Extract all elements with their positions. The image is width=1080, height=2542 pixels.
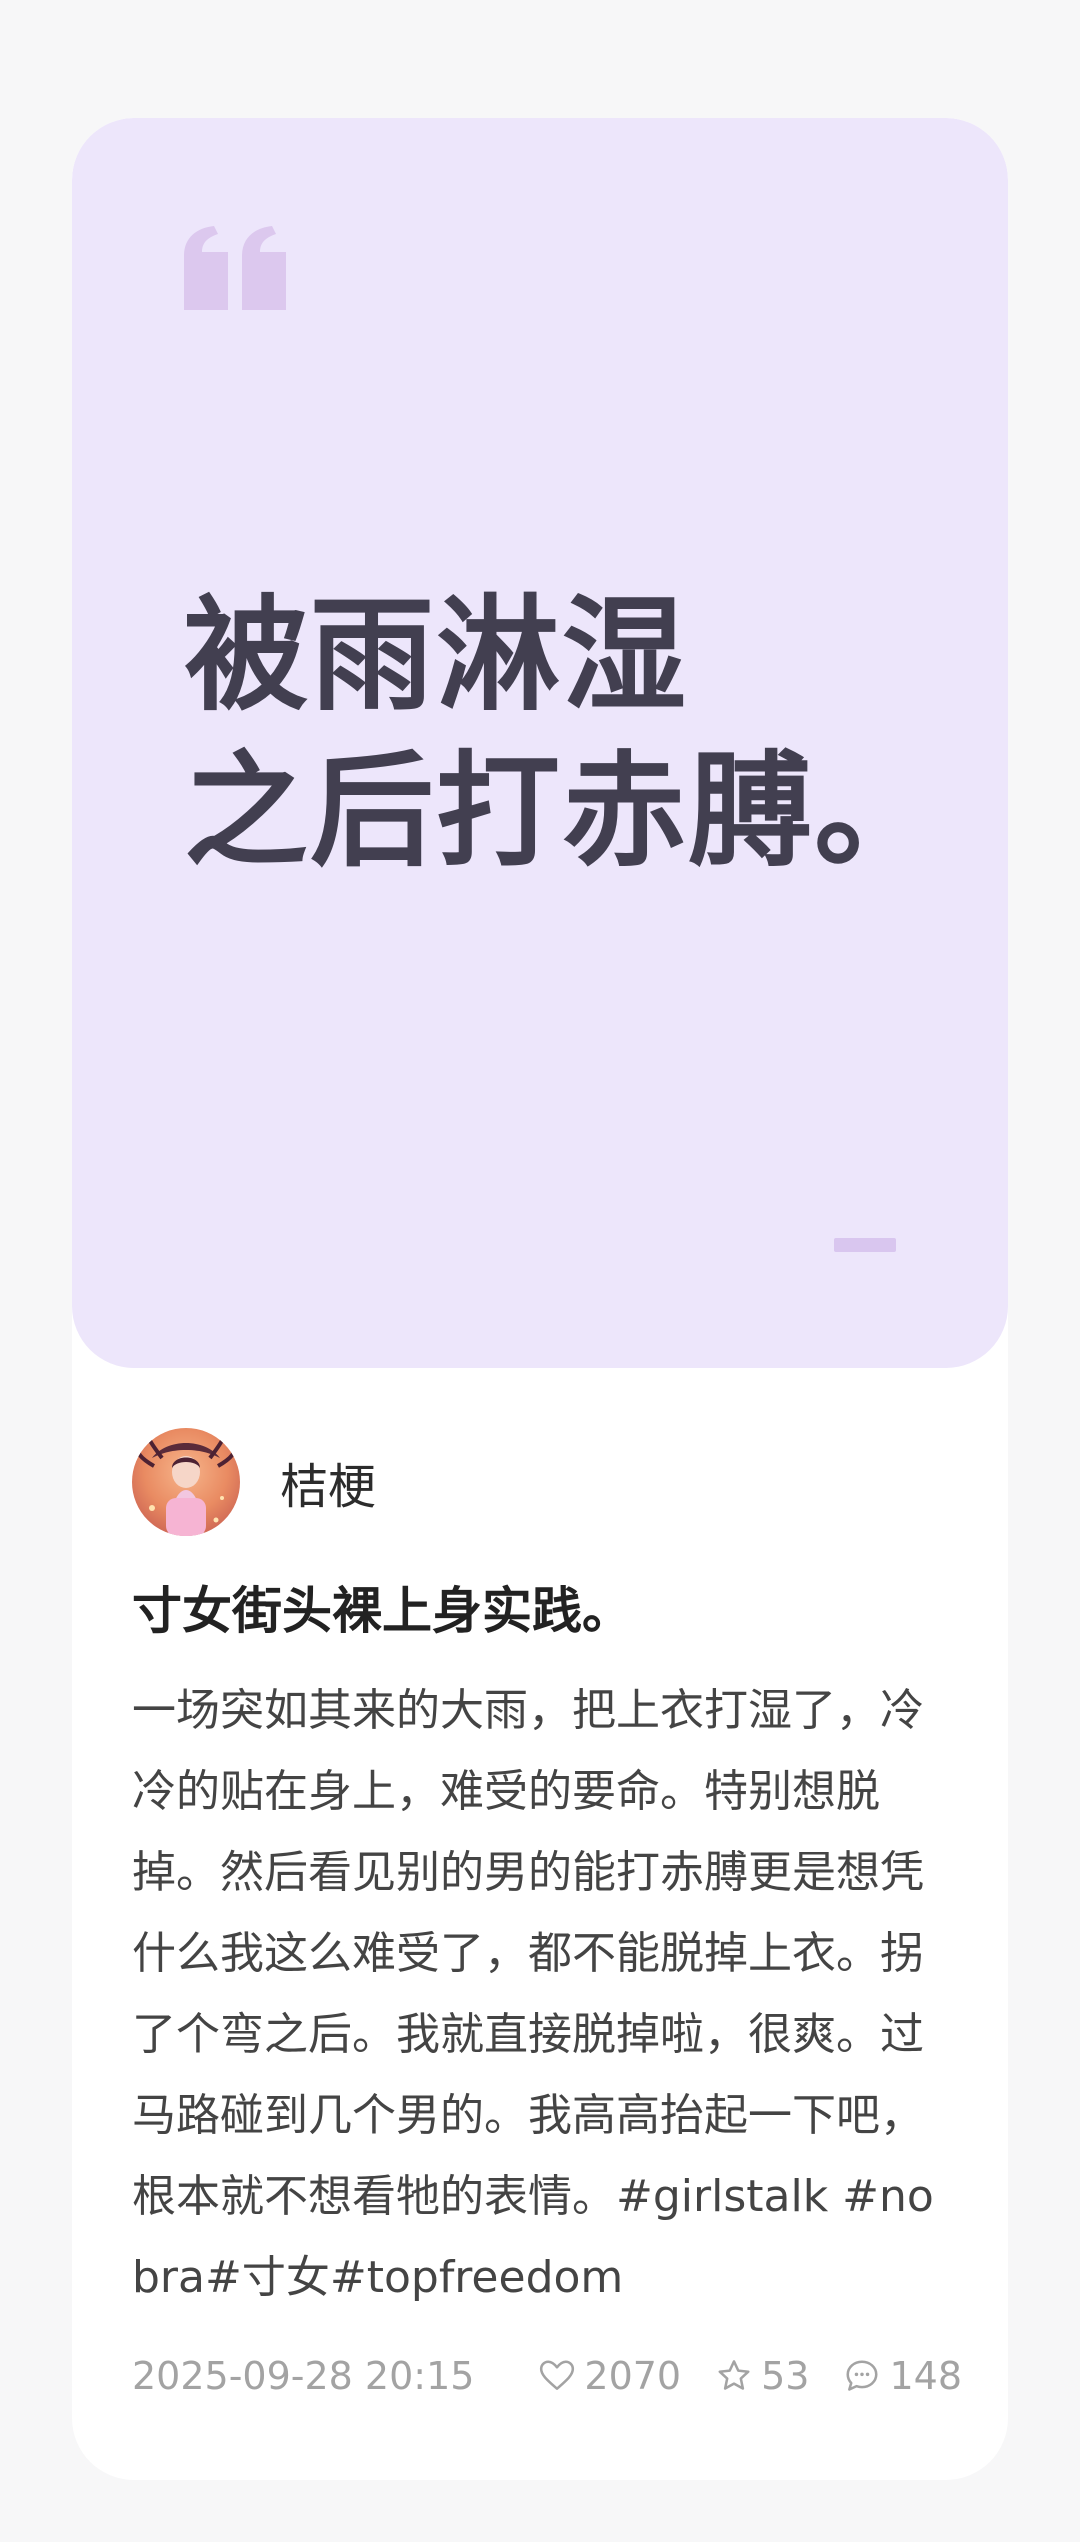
like-button[interactable]: 2070 bbox=[538, 2354, 681, 2398]
post-meta: 2025-09-28 20:15 2070 53 148 bbox=[132, 2346, 962, 2406]
quote-text: 被雨淋湿 之后打赤膊。 bbox=[184, 578, 944, 890]
favorite-count: 53 bbox=[761, 2354, 810, 2398]
author-row[interactable]: 桔梗 bbox=[132, 1428, 376, 1536]
avatar[interactable] bbox=[132, 1428, 240, 1536]
quote-dash bbox=[834, 1238, 896, 1252]
comment-count: 148 bbox=[889, 2354, 962, 2398]
avatar-icon bbox=[132, 1428, 240, 1536]
post-card: 被雨淋湿 之后打赤膊。 桔梗 寸女街头裸上身实践。 一场突如其来的大雨，把上衣打… bbox=[72, 118, 1008, 2480]
heart-icon bbox=[540, 2360, 575, 2390]
post-body: 一场突如其来的大雨，把上衣打湿了，冷冷的贴在身上，难受的要命。特别想脱掉。然后看… bbox=[132, 1685, 934, 2303]
quote-line-1: 被雨淋湿 bbox=[184, 584, 689, 728]
comment-icon bbox=[846, 2360, 878, 2391]
post-title: 寸女街头裸上身实践。 bbox=[132, 1582, 632, 1640]
quote-panel: 被雨淋湿 之后打赤膊。 bbox=[72, 118, 1008, 1368]
favorite-button[interactable]: 53 bbox=[715, 2354, 809, 2398]
quote-line-2: 之后打赤膊。 bbox=[184, 740, 941, 884]
quote-mark-icon bbox=[184, 226, 286, 310]
star-icon bbox=[718, 2360, 750, 2390]
post-timestamp: 2025-09-28 20:15 bbox=[132, 2354, 475, 2398]
like-count: 2070 bbox=[584, 2354, 682, 2398]
author-name[interactable]: 桔梗 bbox=[280, 1447, 376, 1517]
comment-button[interactable]: 148 bbox=[843, 2354, 962, 2398]
